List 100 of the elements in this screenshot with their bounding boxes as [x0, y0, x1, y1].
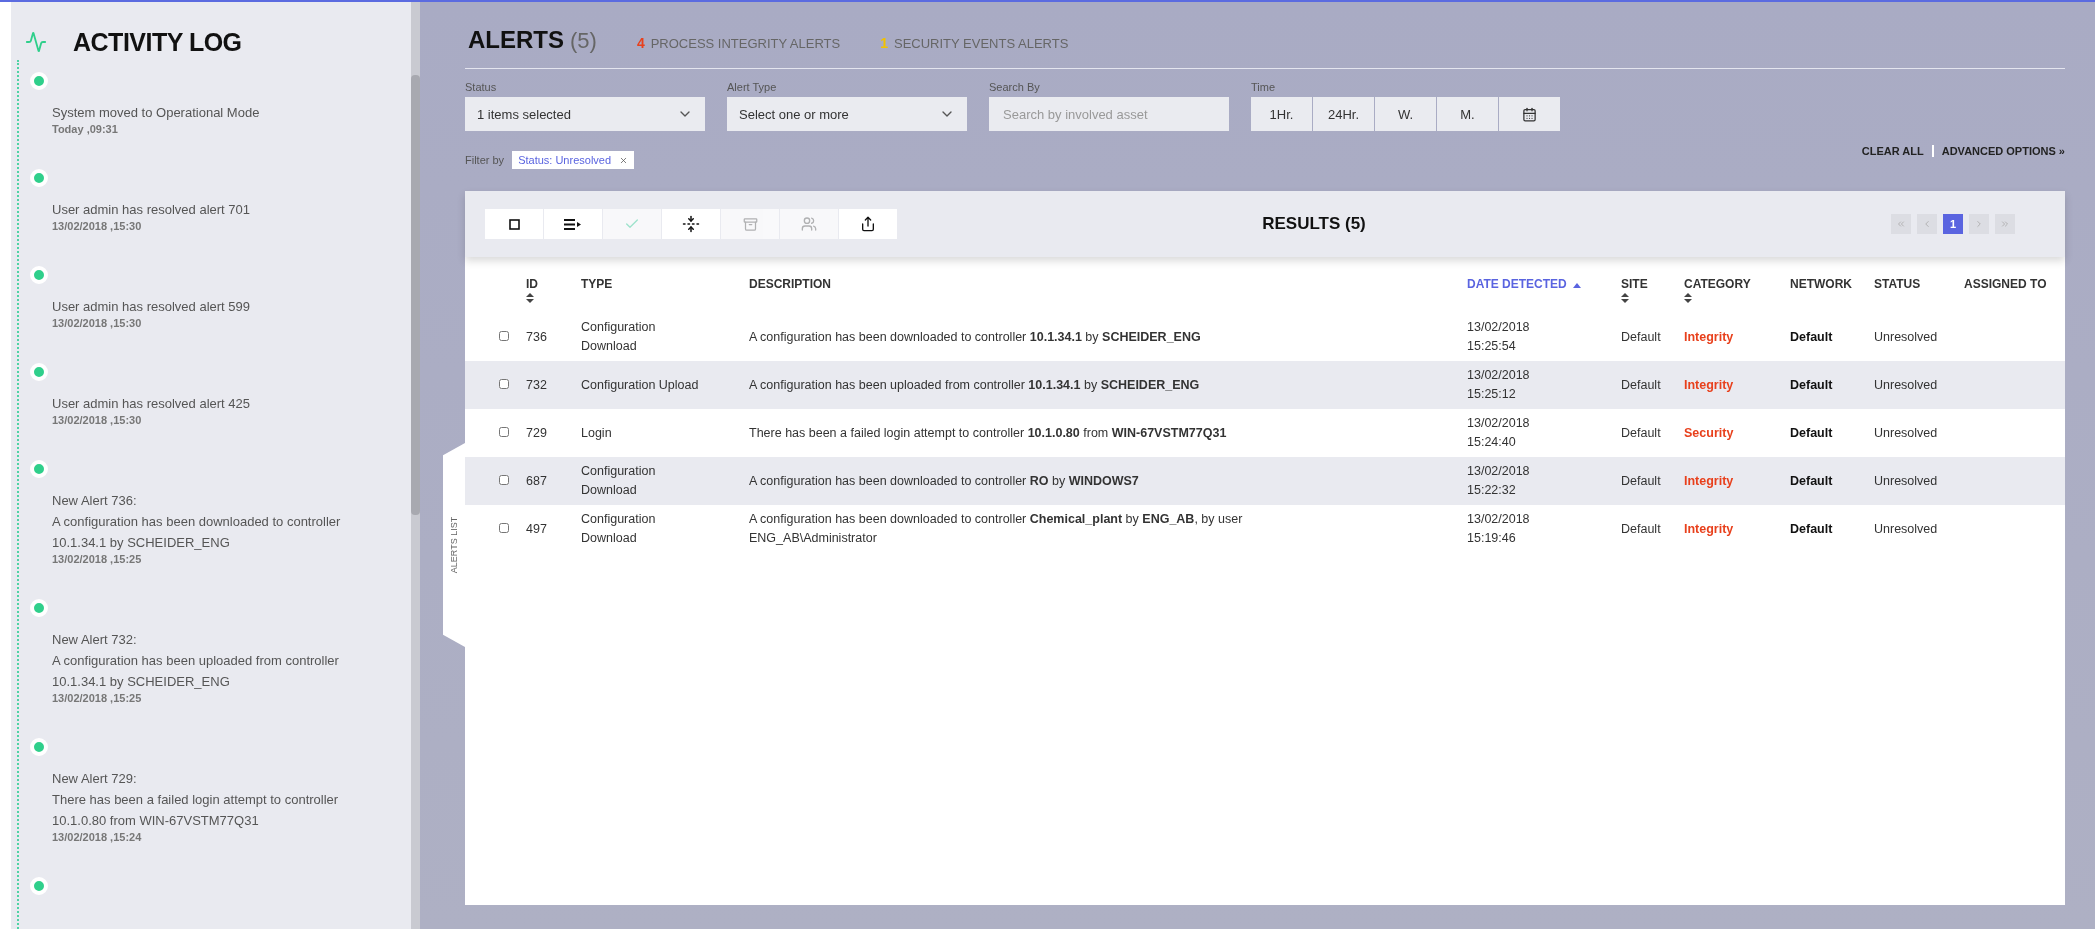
- filter-label: Alert Type: [727, 81, 778, 93]
- table-cell: 13/02/2018 15:24:40: [1463, 409, 1617, 457]
- table-cell: Integrity: [1680, 457, 1786, 505]
- alert-type-dropdown[interactable]: Select one or more: [727, 97, 967, 131]
- table-cell: Configuration Download: [577, 313, 745, 361]
- status-dropdown[interactable]: 1 items selected: [465, 97, 705, 131]
- table-cell: 13/02/2018 15:25:12: [1463, 361, 1617, 409]
- table-cell: There has been a failed login attempt to controller 10.1.0.80 from WIN-67VSTM77Q31: [745, 409, 1463, 457]
- summary-count: 4: [636, 35, 645, 51]
- timeline-dot: [30, 169, 48, 187]
- search-field[interactable]: Search by involved asset: [989, 97, 1229, 131]
- row-checkbox[interactable]: [499, 474, 509, 485]
- table-cell: A configuration has been downloaded to controller RO by WINDOWS7: [745, 457, 1463, 505]
- first-page-icon: [1896, 219, 1906, 229]
- filter-label: Status: [465, 81, 498, 93]
- toolbar-button[interactable]: [839, 209, 897, 239]
- last-page-icon: [2000, 219, 2010, 229]
- alert-count: (5): [570, 28, 597, 54]
- column-header[interactable]: NETWORK: [1786, 269, 1870, 313]
- results-title: RESULTS (5): [1261, 214, 1367, 234]
- table-cell: Default: [1786, 361, 1870, 409]
- column-header[interactable]: ASSIGNED TO: [1960, 269, 2065, 313]
- toolbar-button[interactable]: [662, 209, 720, 239]
- calendar-button[interactable]: [1499, 97, 1560, 131]
- summary-label: PROCESS INTEGRITY ALERTS: [650, 36, 841, 51]
- table-cell: Configuration Upload: [577, 361, 745, 409]
- log-time: 13/02/2018 ,15:25: [52, 692, 143, 704]
- filter-label: Search By: [989, 81, 1041, 93]
- archive-icon: [742, 216, 758, 232]
- table-cell: Default: [1617, 313, 1680, 361]
- table-cell: Login: [577, 409, 745, 457]
- sort-icon[interactable]: [1621, 293, 1629, 303]
- table-cell: 729: [522, 409, 577, 457]
- table-cell: Default: [1786, 505, 1870, 553]
- table-cell: 732: [522, 361, 577, 409]
- column-header[interactable]: DATE DETECTED: [1463, 269, 1617, 313]
- side-tab[interactable]: ALERTS LIST: [443, 443, 465, 647]
- column-header[interactable]: DESCRIPTION: [745, 269, 1463, 313]
- log-time: 13/02/2018 ,15:30: [52, 220, 143, 232]
- toolbar-button[interactable]: [485, 209, 543, 239]
- table-cell: Unresolved: [1870, 505, 1960, 553]
- table-cell: Default: [1786, 313, 1870, 361]
- table-cell: Configuration Download: [577, 457, 745, 505]
- next-page-icon: [1974, 219, 1984, 229]
- table-cell: Integrity: [1680, 505, 1786, 553]
- calendar-icon: [1522, 106, 1537, 122]
- table-cell: 497: [522, 505, 577, 553]
- page-title: ALERTS: [468, 26, 564, 54]
- table-cell: Integrity: [1680, 361, 1786, 409]
- toolbar-button[interactable]: [544, 209, 602, 239]
- scrollbar-thumb[interactable]: [411, 75, 420, 515]
- log-time: Today ,09:31: [52, 123, 119, 135]
- table-cell: A configuration has been downloaded to controller Chemical_plant by ENG_AB, by user ENG_AB\Administrator: [745, 505, 1463, 553]
- log-message: New Alert 732: A configuration has been uploaded from controller 10.1.34.1 by SCHEIDER_ENG: [52, 631, 340, 691]
- timeline-dot: [30, 460, 48, 478]
- time-range-button[interactable]: W.: [1375, 97, 1436, 131]
- close-icon[interactable]: [619, 155, 629, 165]
- row-checkbox[interactable]: [499, 426, 509, 437]
- log-message: System moved to Operational Mode: [52, 104, 261, 122]
- previous-page-icon: [1922, 219, 1932, 229]
- table-cell: Unresolved: [1870, 313, 1960, 361]
- table-cell: Unresolved: [1870, 409, 1960, 457]
- column-header[interactable]: TYPE: [577, 269, 745, 313]
- advanced-options-link[interactable]: ADVANCED OPTIONS »: [1941, 145, 2065, 157]
- timeline-dot: [30, 738, 48, 756]
- share-icon: [860, 216, 876, 232]
- time-range-button[interactable]: 24Hr.: [1313, 97, 1374, 131]
- table-cell: Default: [1786, 457, 1870, 505]
- table-cell: 687: [522, 457, 577, 505]
- table-cell: Default: [1786, 409, 1870, 457]
- time-range-button[interactable]: M.: [1437, 97, 1498, 131]
- table-cell: A configuration has been uploaded from controller 10.1.34.1 by SCHEIDER_ENG: [745, 361, 1463, 409]
- filter-label: Time: [1251, 81, 1277, 93]
- timeline-dot: [30, 72, 48, 90]
- sort-icon[interactable]: [526, 293, 534, 303]
- column-header[interactable]: CATEGORY: [1680, 269, 1786, 313]
- summary-count: 1: [880, 35, 888, 51]
- log-message: User admin has resolved alert 425: [52, 395, 251, 413]
- filter-chip[interactable]: Status: Unresolved: [512, 151, 635, 169]
- sort-ascending-icon[interactable]: [1572, 283, 1581, 288]
- row-checkbox[interactable]: [499, 330, 509, 341]
- list-arrow-icon: [564, 218, 582, 230]
- time-range-button[interactable]: 1Hr.: [1251, 97, 1312, 131]
- sort-icon[interactable]: [1684, 293, 1692, 303]
- clear-all-link[interactable]: CLEAR ALL: [1861, 145, 1924, 157]
- row-checkbox[interactable]: [499, 522, 509, 533]
- table-cell: Default: [1617, 361, 1680, 409]
- page-number[interactable]: 1: [1943, 214, 1963, 234]
- table-cell: A configuration has been downloaded to controller 10.1.34.1 by SCHEIDER_ENG: [745, 313, 1463, 361]
- table-cell: Default: [1617, 409, 1680, 457]
- column-header[interactable]: ID: [522, 269, 577, 313]
- column-header[interactable]: SITE: [1617, 269, 1680, 313]
- log-message: New Alert 736: A configuration has been downloaded to controller 10.1.34.1 by SCHEIDER_ENG: [52, 492, 342, 552]
- row-checkbox[interactable]: [499, 378, 509, 389]
- table-cell: Default: [1617, 505, 1680, 553]
- table-cell: 13/02/2018 15:19:46: [1463, 505, 1617, 553]
- table-cell: Default: [1617, 457, 1680, 505]
- column-header[interactable]: STATUS: [1870, 269, 1960, 313]
- log-message: User admin has resolved alert 599: [52, 298, 251, 316]
- table-cell: 736: [522, 313, 577, 361]
